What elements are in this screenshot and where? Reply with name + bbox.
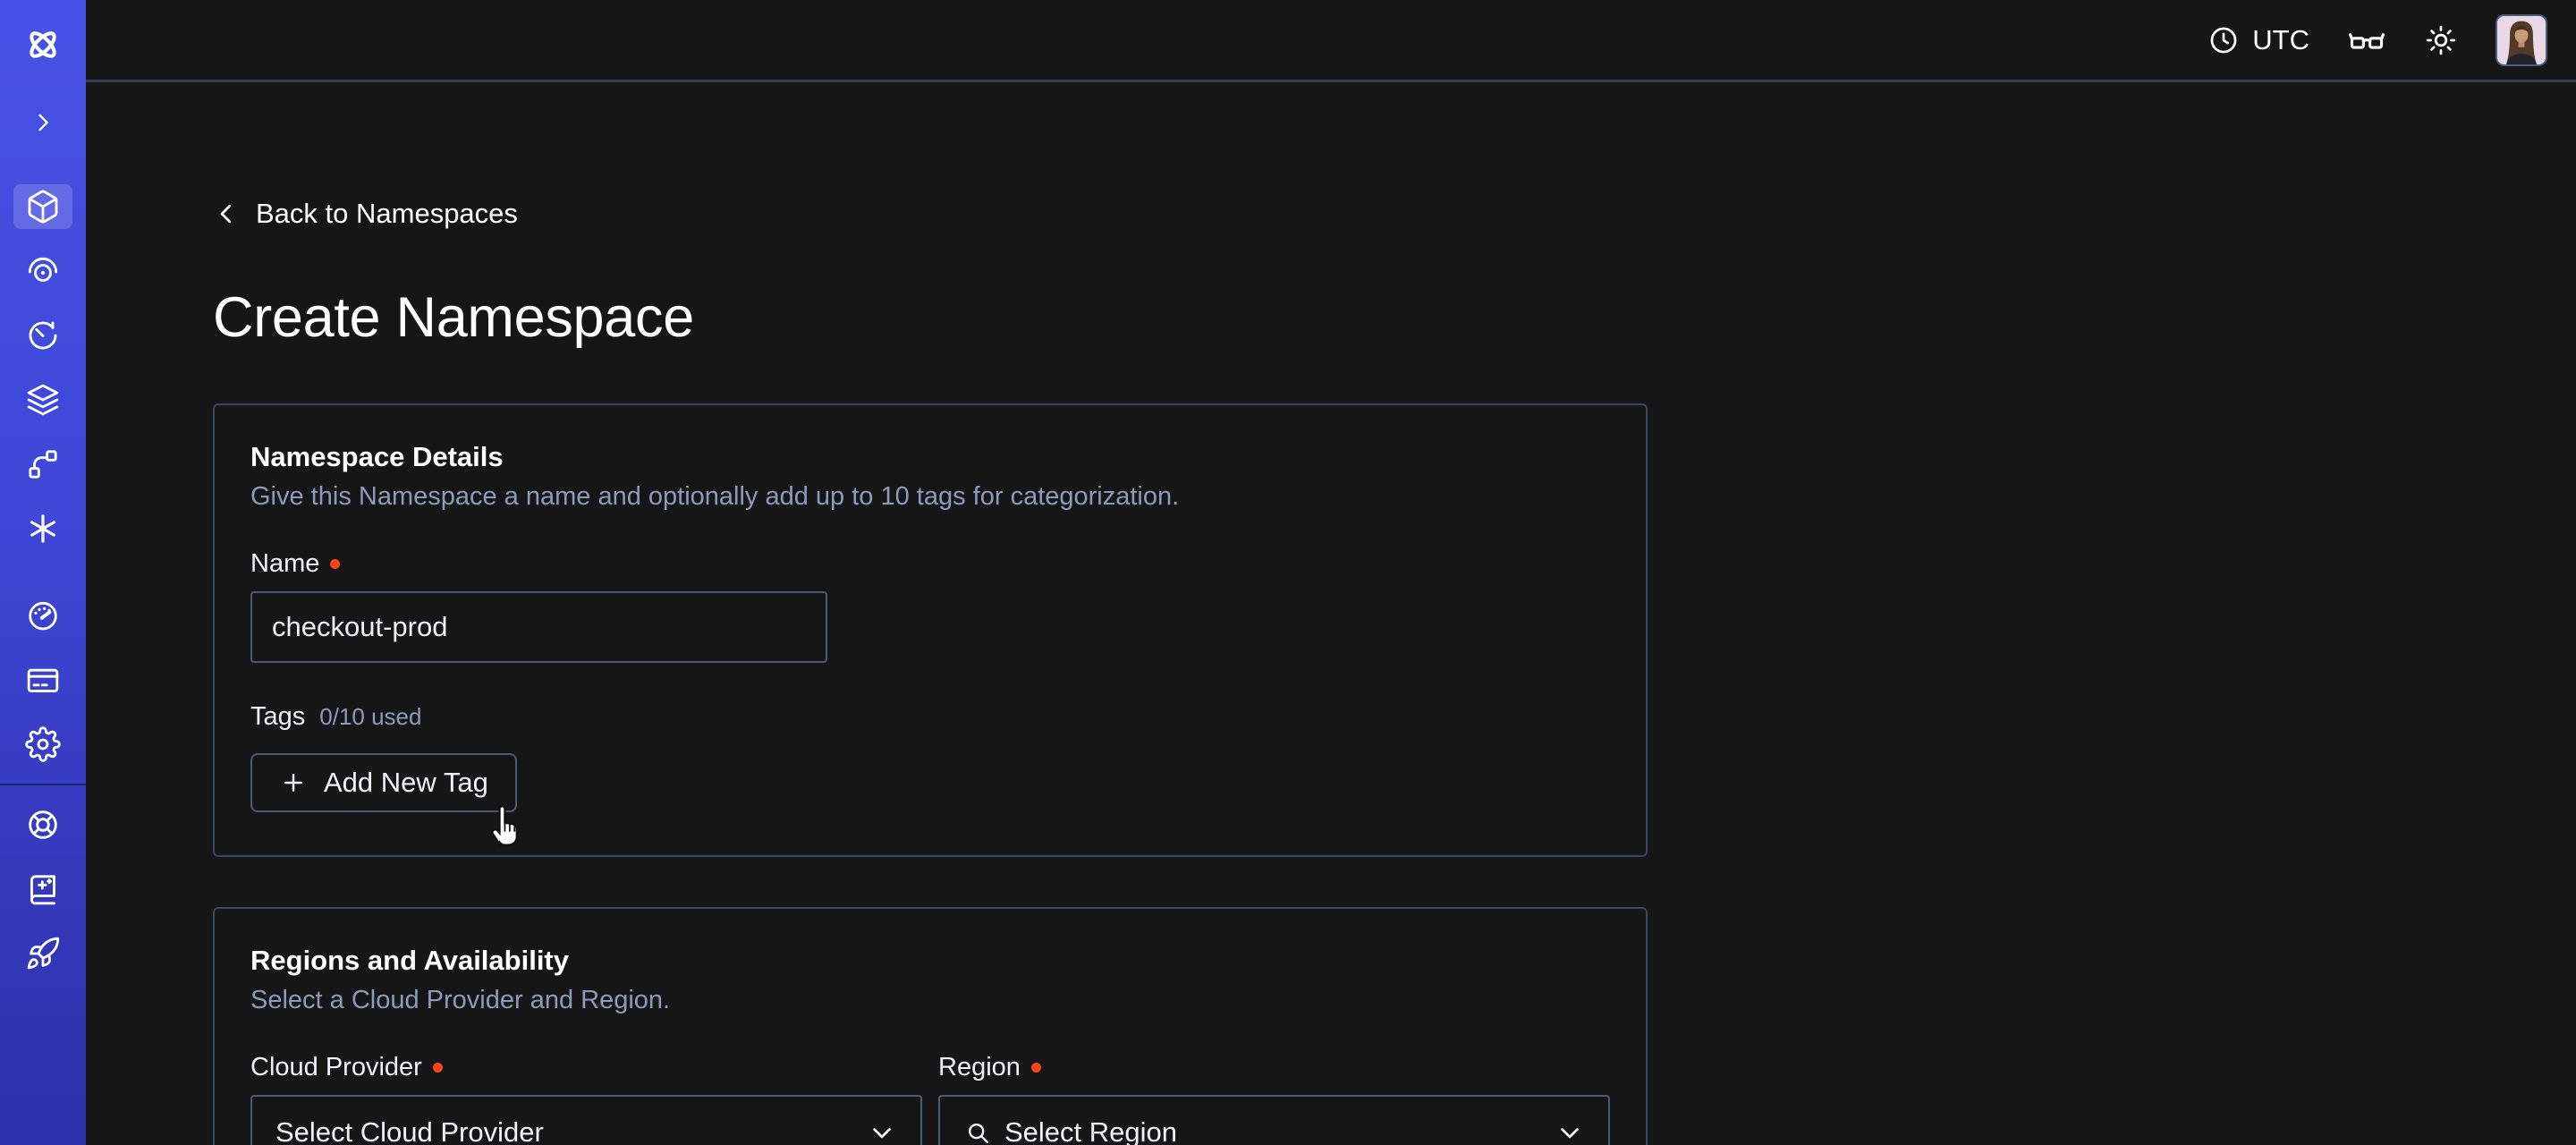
tags-counter: 0/10 used	[319, 703, 421, 731]
sidebar	[0, 0, 86, 1145]
required-dot	[1031, 1063, 1041, 1073]
sidebar-nav-help	[13, 802, 72, 976]
page-title: Create Namespace	[213, 285, 2576, 350]
chevron-left-icon	[213, 200, 240, 227]
region-label: Region	[938, 1053, 1021, 1082]
namespace-details-card: Namespace Details Give this Namespace a …	[213, 403, 1648, 857]
app-root: UTC Back to Namespaces Create Namespace	[0, 0, 2576, 1145]
avatar-image	[2497, 16, 2546, 64]
cloud-provider-select[interactable]: Select Cloud Provider	[250, 1095, 922, 1145]
cloud-provider-label: Cloud Provider	[250, 1053, 422, 1082]
branch-icon	[25, 446, 61, 482]
chevron-down-icon	[1555, 1117, 1585, 1145]
sidebar-item-settings[interactable]	[13, 722, 72, 767]
plus-icon	[279, 768, 308, 797]
sidebar-item-getting-started[interactable]	[13, 931, 72, 976]
region-select[interactable]: Select Region	[938, 1095, 1610, 1145]
sidebar-expand-button[interactable]	[13, 107, 72, 138]
cube-icon	[25, 189, 61, 225]
search-icon	[963, 1118, 992, 1145]
credit-card-icon	[25, 662, 61, 698]
card-subtitle: Select a Cloud Provider and Region.	[250, 986, 1610, 1015]
add-new-tag-button[interactable]: Add New Tag	[250, 753, 517, 812]
timezone-selector[interactable]: UTC	[2207, 24, 2309, 56]
back-link-label: Back to Namespaces	[256, 198, 518, 230]
main-content: Back to Namespaces Create Namespace Name…	[86, 85, 2576, 1145]
sidebar-item-nexus[interactable]	[13, 506, 72, 551]
theme-toggle[interactable]	[2424, 23, 2458, 57]
gear-icon	[25, 726, 61, 762]
rocket-icon	[25, 936, 61, 971]
cloud-provider-field: Cloud Provider Select Cloud Provider	[250, 1053, 922, 1145]
card-subtitle: Give this Namespace a name and optionall…	[250, 482, 1610, 512]
sidebar-item-schedules[interactable]	[13, 313, 72, 358]
glasses-icon	[2347, 21, 2386, 60]
tags-label-row: Tags 0/10 used	[250, 702, 1610, 732]
region-fields: Cloud Provider Select Cloud Provider Reg…	[250, 1053, 1610, 1145]
temporal-logo-icon[interactable]	[13, 21, 72, 68]
gauge-icon	[25, 598, 61, 633]
user-avatar[interactable]	[2496, 14, 2547, 66]
name-label: Name	[250, 549, 319, 579]
chevron-right-icon	[30, 110, 55, 135]
sidebar-item-docs[interactable]	[13, 867, 72, 912]
sidebar-nav-primary	[13, 184, 72, 551]
regions-card: Regions and Availability Select a Cloud …	[213, 907, 1648, 1145]
card-title: Regions and Availability	[250, 945, 1610, 977]
chevron-down-icon	[867, 1117, 897, 1145]
back-link[interactable]: Back to Namespaces	[213, 198, 518, 230]
sidebar-nav-account	[13, 593, 72, 767]
sidebar-item-deployments[interactable]	[13, 377, 72, 422]
namespace-name-input[interactable]	[250, 591, 827, 663]
layers-icon	[25, 382, 61, 418]
add-new-tag-label: Add New Tag	[324, 767, 488, 799]
timer-icon	[25, 318, 61, 353]
labs-mode-toggle[interactable]	[2347, 21, 2386, 60]
required-dot	[433, 1063, 443, 1073]
region-placeholder: Select Region	[1004, 1116, 1177, 1145]
region-field: Region Select Region	[938, 1053, 1610, 1145]
sidebar-item-billing[interactable]	[13, 657, 72, 702]
sidebar-item-namespaces[interactable]	[13, 184, 72, 229]
cloud-provider-placeholder: Select Cloud Provider	[275, 1116, 544, 1145]
sidebar-item-support[interactable]	[13, 802, 72, 847]
sidebar-item-usage[interactable]	[13, 593, 72, 638]
card-title: Namespace Details	[250, 441, 1610, 473]
book-sparkle-icon	[25, 871, 61, 907]
sidebar-item-batch-operations[interactable]	[13, 442, 72, 487]
sun-icon	[2424, 23, 2458, 57]
timezone-label: UTC	[2252, 24, 2309, 56]
tags-label: Tags	[250, 702, 305, 732]
clock-icon	[2207, 24, 2240, 56]
required-dot	[330, 559, 340, 569]
spiral-eye-icon	[25, 253, 61, 289]
top-header: UTC	[86, 0, 2576, 82]
life-buoy-icon	[25, 807, 61, 843]
sidebar-item-workflows[interactable]	[13, 249, 72, 293]
name-label-row: Name	[250, 549, 1610, 579]
sidebar-divider	[0, 784, 86, 785]
asterisk-icon	[25, 511, 61, 547]
